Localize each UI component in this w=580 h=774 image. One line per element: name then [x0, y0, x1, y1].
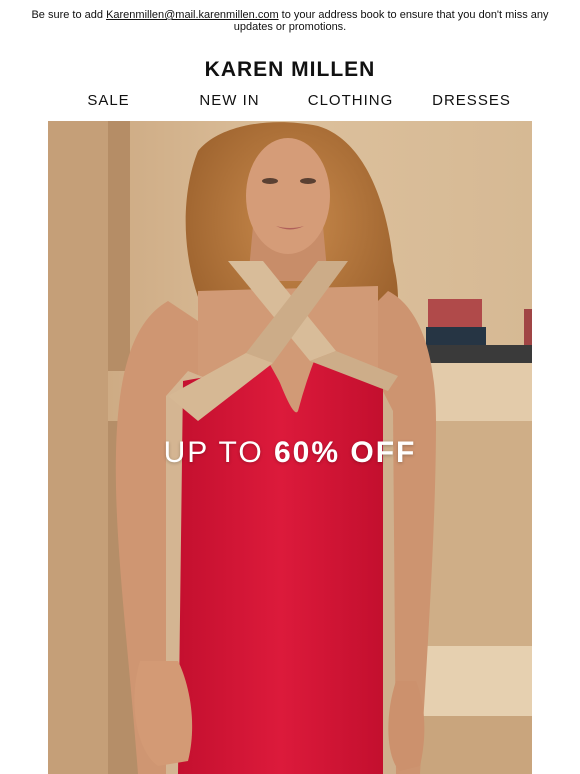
- headline-bold: 60% OFF: [274, 436, 417, 469]
- preheader-text-after: to your address book to ensure that you …: [278, 9, 549, 21]
- nav-item-dresses[interactable]: DRESSES: [411, 92, 532, 109]
- main-nav: SALE NEW IN CLOTHING DRESSES: [48, 90, 532, 110]
- nav-item-clothing[interactable]: CLOTHING: [290, 92, 411, 109]
- preheader-text: Be sure to add: [31, 9, 107, 21]
- hero-headline: UP TO 60% OFF: [0, 436, 580, 470]
- preheader-line-2: updates or promotions.: [233, 21, 347, 33]
- headline-thin: UP TO: [163, 436, 274, 469]
- nav-item-new-in[interactable]: NEW IN: [169, 92, 290, 109]
- nav-item-sale[interactable]: SALE: [48, 92, 169, 109]
- shelf-box-icon: [428, 299, 482, 327]
- brand-logo[interactable]: KAREN MILLEN: [0, 58, 580, 82]
- preheader-line-1: Be sure to add Karenmillen@mail.karenmil…: [0, 9, 580, 21]
- preheader-email-link[interactable]: Karenmillen@mail.karenmillen.com: [106, 9, 279, 21]
- preheader: Be sure to add Karenmillen@mail.karenmil…: [0, 9, 580, 33]
